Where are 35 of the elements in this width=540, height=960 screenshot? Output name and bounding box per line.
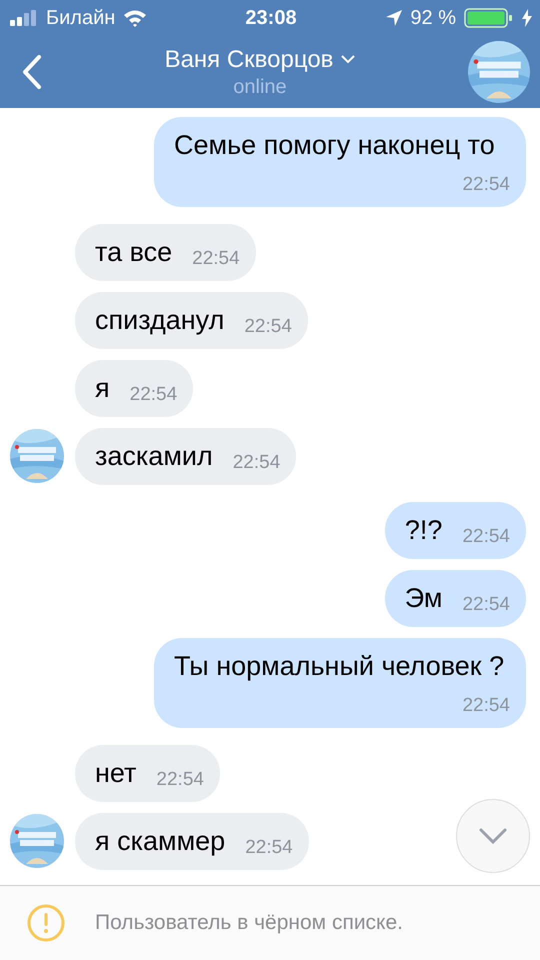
message-text: Эм <box>404 583 442 613</box>
clock-time: 23:08 <box>245 6 297 30</box>
message-time: 22:54 <box>244 316 292 338</box>
message-text: спизданул <box>95 305 224 335</box>
battery-percent: 92 % <box>410 6 456 30</box>
online-status: online <box>233 76 287 98</box>
message-time: 22:54 <box>462 174 510 196</box>
message-text: заскамил <box>95 441 213 471</box>
message-time: 22:54 <box>232 452 280 474</box>
message-time: 22:54 <box>130 384 178 406</box>
message-time: 22:54 <box>462 526 510 548</box>
message-time: 22:54 <box>192 248 240 270</box>
message-text: та все <box>95 237 172 267</box>
location-arrow-icon <box>386 10 402 26</box>
message-text: нет <box>95 758 136 788</box>
wifi-icon <box>123 9 148 27</box>
message-time: 22:54 <box>156 769 204 791</box>
message-text: я скаммер <box>95 826 226 856</box>
caret-icon <box>341 55 356 64</box>
blacklist-notice: Пользователь в чёрном списке. <box>95 911 403 935</box>
warning-icon <box>27 904 65 942</box>
signal-icon <box>10 10 38 26</box>
message-text: ?!? <box>404 515 442 545</box>
message-time: 22:54 <box>462 594 510 616</box>
message-text: я <box>95 373 110 403</box>
message-text: Семье помогу наконец то <box>174 130 495 160</box>
charging-bolt-icon <box>522 9 532 27</box>
back-icon <box>22 54 42 90</box>
message-time: 22:54 <box>245 837 293 859</box>
message-time: 22:54 <box>462 695 510 717</box>
carrier-name: Билайн <box>46 6 116 30</box>
chevron-down-icon <box>478 827 508 845</box>
chat-title[interactable]: Ваня Скворцов <box>164 46 334 74</box>
message-text: Ты нормальный человек ? <box>174 651 504 681</box>
battery-icon <box>464 8 514 28</box>
